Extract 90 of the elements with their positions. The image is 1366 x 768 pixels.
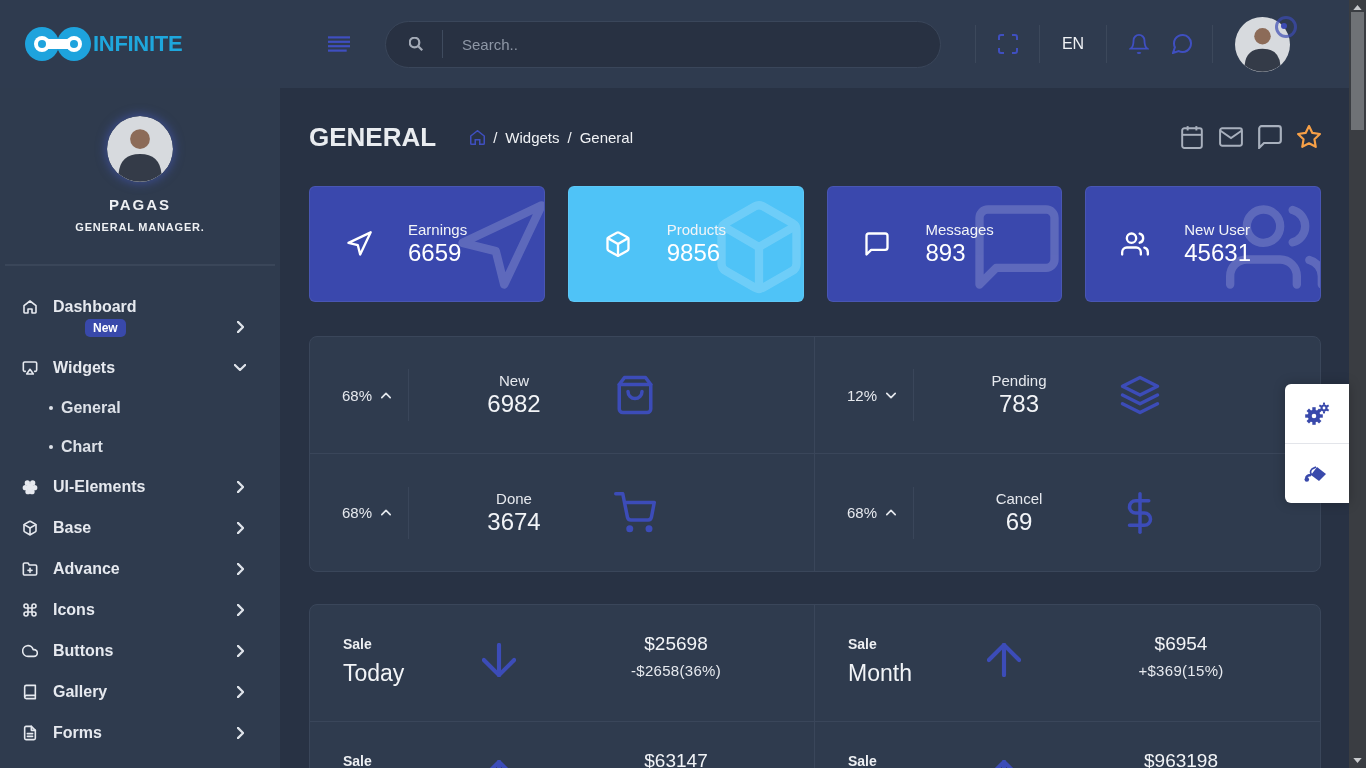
percent-change: 68% <box>342 504 373 521</box>
sidebar-item[interactable]: Base <box>0 507 280 548</box>
paper-plane-icon <box>345 230 373 258</box>
bell-icon <box>1128 34 1149 54</box>
sale-label: Sale <box>848 637 877 651</box>
stat-label: Earnings <box>408 221 468 239</box>
bullet-icon <box>49 405 53 410</box>
cloud-icon <box>22 643 38 659</box>
flower-icon <box>22 479 38 495</box>
shopping-cart-icon <box>614 491 656 534</box>
sale-amount: $25698 <box>644 637 708 651</box>
ring-icon <box>1274 14 1298 39</box>
percent-change: 12% <box>847 386 878 404</box>
sale-period: Month <box>848 659 912 687</box>
calendar-icon[interactable] <box>1180 125 1204 149</box>
breadcrumb-separator: / <box>567 128 572 146</box>
sale-amount: $6954 <box>1154 637 1208 651</box>
stat-value: 9856 <box>666 239 722 267</box>
sidebar-item[interactable]: Gallery <box>0 671 280 712</box>
stat-label: Products <box>666 221 726 239</box>
order-label: Done <box>496 489 532 508</box>
sidebar-item[interactable]: Icons <box>0 589 280 630</box>
order-value: 3674 <box>487 507 541 536</box>
breadcrumb-current: General <box>579 128 634 146</box>
percent-change: 68% <box>847 504 878 521</box>
brand-name: INFINITE <box>93 31 183 57</box>
order-label: New <box>499 372 529 390</box>
sale-label: Sale <box>343 754 372 768</box>
sidebar-item[interactable]: Forms <box>0 712 280 753</box>
command-icon <box>22 602 38 618</box>
stat-label: New User <box>1184 221 1251 239</box>
profile-name: PAGAS <box>108 195 172 215</box>
home-icon <box>22 299 38 315</box>
sale-label: Sale <box>848 754 877 768</box>
submenu-item[interactable]: General <box>0 388 280 427</box>
sale-change: +$369(15%) <box>1138 661 1224 681</box>
order-value: 783 <box>998 390 1039 418</box>
star-icon[interactable] <box>1297 125 1321 149</box>
order-value: 6982 <box>487 390 541 418</box>
sidebar-item[interactable]: Widgets <box>0 347 280 388</box>
profile-role: GENERAL MANAGER. <box>75 220 205 234</box>
sale-period: Today <box>343 659 405 687</box>
chat-bubble-icon[interactable] <box>1258 125 1282 149</box>
user-avatar[interactable] <box>1235 16 1290 72</box>
search-field[interactable]: Search.. <box>462 33 916 55</box>
fullscreen-icon <box>997 34 1018 54</box>
breadcrumb-separator: / <box>493 128 498 146</box>
sidebar-item[interactable]: UI-Elements <box>0 466 280 507</box>
new-badge: New <box>85 319 126 337</box>
gears-icon <box>1304 401 1330 426</box>
scrollbar-thumb[interactable] <box>1351 12 1364 130</box>
stat-value: 45631 <box>1184 239 1251 267</box>
breadcrumb-link[interactable]: Widgets <box>505 128 560 146</box>
menu-icon <box>328 36 350 52</box>
layers-icon <box>1119 374 1161 416</box>
mail-icon[interactable] <box>1219 125 1243 149</box>
infinity-logo-icon <box>24 26 92 62</box>
search-bar[interactable]: Search.. <box>385 20 941 68</box>
language-button[interactable]: EN <box>1040 24 1106 64</box>
sidebar-item[interactable]: Buttons <box>0 630 280 671</box>
users-icon <box>1121 230 1150 258</box>
document-icon <box>22 725 38 741</box>
chat-icon <box>1171 34 1192 54</box>
sidebar-item[interactable]: Advance <box>0 548 280 589</box>
scroll-down-arrow-icon[interactable] <box>1353 758 1362 763</box>
percent-change: 68% <box>342 386 373 404</box>
order-label: Cancel <box>995 489 1043 508</box>
cube-icon <box>22 520 38 536</box>
bullet-icon <box>49 444 53 449</box>
stat-label: Messages <box>925 221 994 239</box>
sale-label: Sale <box>343 637 372 651</box>
sidebar-item[interactable]: Dashboard New <box>0 286 280 347</box>
monitor-icon <box>22 360 38 376</box>
stat-value: 6659 <box>408 239 463 267</box>
shopping-bag-icon <box>614 374 656 416</box>
user-avatar <box>107 116 173 182</box>
scroll-up-arrow-icon[interactable] <box>1353 5 1362 10</box>
stat-value: 893 <box>925 239 967 267</box>
sale-amount: $63147 <box>644 754 708 768</box>
submenu-item[interactable]: Chart <box>0 427 280 466</box>
sale-amount: $963198 <box>1144 754 1218 768</box>
search-icon[interactable] <box>409 37 423 51</box>
book-icon <box>22 684 38 700</box>
order-value: 69 <box>1005 507 1033 536</box>
order-label: Pending <box>991 372 1047 390</box>
cube-icon <box>603 230 632 258</box>
folder-plus-icon <box>22 561 38 577</box>
chat-bubble-icon <box>862 230 891 258</box>
sale-change: -$2658(36%) <box>631 661 721 681</box>
page-title: GENERAL <box>309 121 437 153</box>
